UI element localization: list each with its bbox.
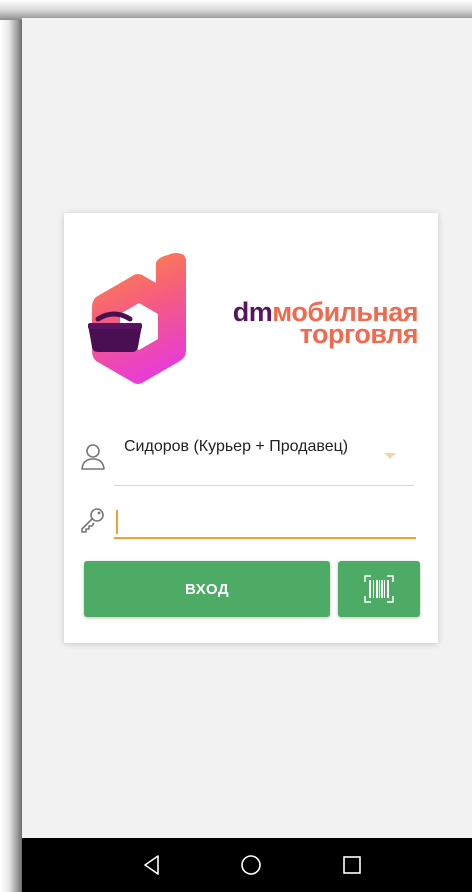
device-frame-edge-top [0,0,472,20]
home-circle-icon[interactable] [237,851,265,879]
key-icon [81,508,104,533]
system-navigation-bar [22,838,472,892]
brand-dm-text: dm [232,297,273,327]
app-screen: dmмобильная торговля Сидоров (Курьер + П… [22,18,472,892]
recents-square-icon[interactable] [338,851,366,879]
login-card: dmмобильная торговля Сидоров (Курьер + П… [64,213,438,643]
text-cursor [116,510,118,534]
barcode-scan-button[interactable] [338,561,420,617]
device-frame-edge-left [0,0,22,892]
brand-logo-icon [88,253,186,384]
brand-wordmark: dmмобильная торговля [206,299,419,348]
user-select-value: Сидоров (Курьер + Продавец) [124,438,349,455]
password-input[interactable] [114,503,416,539]
back-triangle-icon[interactable] [138,851,166,879]
user-select[interactable]: Сидоров (Курьер + Продавец) [114,429,414,486]
barcode-scan-icon [364,575,394,603]
password-row [80,497,416,543]
person-outline-icon [81,444,105,470]
triangle-down-icon [384,453,396,459]
user-row: Сидоров (Курьер + Продавец) [80,429,414,487]
login-button[interactable]: ВХОД [84,561,330,617]
